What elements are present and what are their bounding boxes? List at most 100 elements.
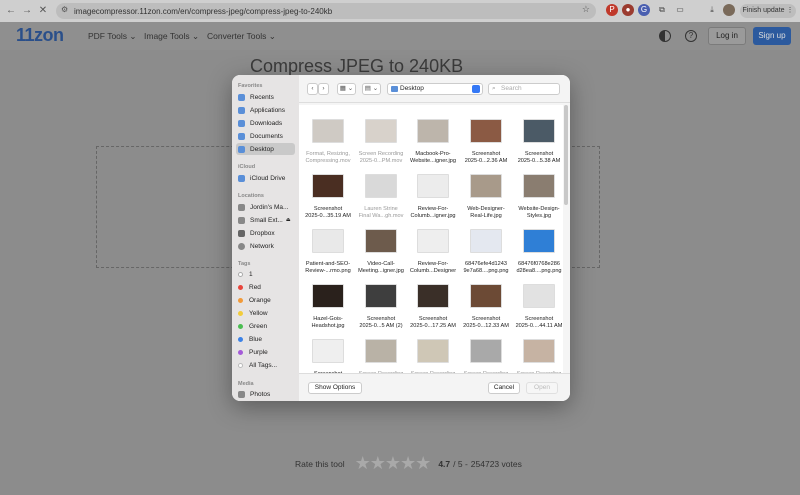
signup-button[interactable]: Sign up [753, 27, 791, 45]
download-icon[interactable]: ⤓ [706, 4, 718, 16]
file-item[interactable]: Screenshot 2025-0...12.33 AM [460, 272, 512, 330]
file-item[interactable]: Screen Recording [355, 327, 407, 373]
page-title: Compress JPEG to 240KB [250, 56, 464, 76]
document-icon [238, 132, 245, 140]
file-item[interactable]: Review-For- Columb...igner.jpg [407, 162, 459, 220]
sidebar-tag[interactable]: Orange [236, 294, 295, 306]
rating-stars[interactable]: ★★★★★ [355, 453, 432, 474]
file-item[interactable]: Screenshot 2025-0...5 AM (2) [355, 272, 407, 330]
file-item[interactable]: 68476efe4d1243 9e7a68....png.png [460, 217, 512, 275]
sidebar-item-external-drive[interactable]: Small Ext... ⏏ [236, 214, 295, 226]
sidebar-tag[interactable]: 1 [236, 268, 295, 280]
file-item[interactable]: Screenshot 2025-0...35.19 AM [302, 162, 354, 220]
puzzle-extensions-icon[interactable]: ⧉ [656, 4, 668, 16]
group-by-button[interactable]: ▤ ⌄ [362, 83, 381, 95]
sidebar-tag[interactable]: Yellow [236, 307, 295, 319]
sidebar-label: 1 [249, 270, 253, 278]
pinterest-extension-icon[interactable]: P [606, 4, 618, 16]
file-item[interactable]: Screen Recording [407, 327, 459, 373]
sidebar-label: Dropbox [250, 229, 275, 237]
sidebar-tag[interactable]: Blue [236, 333, 295, 345]
login-button[interactable]: Log in [708, 27, 746, 45]
file-item[interactable]: Screen Recording [513, 327, 563, 373]
scrollbar[interactable] [564, 105, 568, 205]
sidebar-item-icloud-drive[interactable]: iCloud Drive [236, 172, 295, 184]
file-item[interactable]: Hazel-Gois- Headshot.jpg [302, 272, 354, 330]
file-item[interactable]: Patient-and-SEO- Review-...rmo.png [302, 217, 354, 275]
file-item[interactable]: 68476f0768e286 d28ea8....png.png [513, 217, 563, 275]
tag-dot-icon [238, 336, 243, 342]
menu-pdf-tools[interactable]: PDF Tools ⌄ [88, 31, 137, 42]
tag-dot-icon [238, 297, 243, 303]
sidebar-tag[interactable]: Green [236, 320, 295, 332]
rating-bar: Rate this tool ★★★★★ 4.7 / 5 - 254723 vo… [295, 453, 522, 474]
site-info-icon[interactable]: ⚙ [61, 5, 68, 14]
file-item[interactable]: Screenshot 2025-0...17.25 AM [407, 272, 459, 330]
theme-toggle-icon[interactable] [659, 30, 671, 42]
stop-loading-icon[interactable]: ✕ [36, 5, 50, 16]
file-item[interactable]: Format, Resizing, Compressing.mov [302, 107, 354, 165]
file-thumbnail [417, 284, 449, 308]
address-bar[interactable]: ⚙ imagecompressor.11zon.com/en/compress-… [56, 3, 596, 19]
sidebar-tag[interactable]: Purple [236, 346, 295, 358]
sidebar-item-downloads[interactable]: Downloads [236, 117, 295, 129]
file-item[interactable]: Macbook-Pro- Website...igner.jpg [407, 107, 459, 165]
eject-icon[interactable]: ⏏ [286, 217, 291, 223]
file-item[interactable]: Screenshot 2025-0...2.36 AM [460, 107, 512, 165]
sidebar-item-dropbox[interactable]: Dropbox [236, 227, 295, 239]
back-button[interactable]: ‹ [307, 83, 318, 95]
file-thumbnail [523, 284, 555, 308]
file-thumbnail [523, 174, 555, 198]
section-media: Media [238, 381, 254, 387]
sidebar-item-documents[interactable]: Documents [236, 130, 295, 142]
sidebar-label: Small Ext... [250, 216, 283, 224]
file-item[interactable]: Review-For- Columb...Designer [407, 217, 459, 275]
sidebar-item-applications[interactable]: Applications [236, 104, 295, 116]
file-item[interactable]: Screenshot 2025-0....44.11 AM [513, 272, 563, 330]
folder-icon [391, 86, 398, 92]
extension-icon[interactable]: G [638, 4, 650, 16]
finish-update-label: Finish update [742, 7, 785, 14]
file-thumbnail [470, 339, 502, 363]
sidebar-tag[interactable]: Red [236, 281, 295, 293]
sidebar-item-recents[interactable]: Recents [236, 91, 295, 103]
file-item[interactable]: Screenshot 2025-0...5.38 AM [513, 107, 563, 165]
open-button[interactable]: Open [526, 382, 558, 394]
sidebar-label: iCloud Drive [250, 174, 286, 182]
file-thumbnail [470, 229, 502, 253]
show-options-button[interactable]: Show Options [308, 382, 362, 394]
bookmark-star-icon[interactable]: ☆ [582, 4, 590, 15]
menu-image-tools[interactable]: Image Tools ⌄ [144, 31, 199, 42]
forward-icon[interactable]: → [20, 5, 34, 16]
sidebar-item-desktop[interactable]: Desktop [236, 143, 295, 155]
sidebar-item-network[interactable]: Network [236, 240, 295, 252]
file-item[interactable]: Screenshot [302, 327, 354, 373]
location-label: Desktop [400, 85, 424, 92]
site-logo[interactable]: 11zon [16, 25, 64, 46]
file-thumbnail [417, 119, 449, 143]
file-item[interactable]: Web-Designer- Real-Life.jpg [460, 162, 512, 220]
file-item[interactable]: Website-Design- Styles.jpg [513, 162, 563, 220]
dialog-footer: Show Options Cancel Open [299, 373, 570, 401]
location-selector[interactable]: Desktop [387, 83, 483, 95]
side-panel-icon[interactable]: ▭ [674, 4, 686, 16]
finish-update-button[interactable]: Finish update ⋮ [740, 4, 796, 18]
sidebar-item-computer[interactable]: Jordin's Ma... [236, 201, 295, 213]
help-icon[interactable]: ? [685, 30, 697, 42]
file-item[interactable]: Lauren Strine Final Wa...gh.mov [355, 162, 407, 220]
file-item[interactable]: Screen Recording 2025-0...PM.mov [355, 107, 407, 165]
icon-view-button[interactable]: ▦ ⌄ [337, 83, 356, 95]
sidebar-tag[interactable]: All Tags... [236, 359, 295, 371]
back-icon[interactable]: ← [4, 5, 18, 16]
file-item[interactable]: Video-Call- Meeting...igner.jpg [355, 217, 407, 275]
sidebar-item-photos[interactable]: Photos [236, 388, 295, 400]
profile-avatar[interactable] [723, 4, 735, 16]
search-field[interactable]: ⌕ Search [488, 83, 560, 95]
cancel-button[interactable]: Cancel [488, 382, 520, 394]
rating-score: 4.7 [438, 458, 451, 469]
menu-converter-tools[interactable]: Converter Tools ⌄ [207, 31, 276, 42]
forward-button[interactable]: › [318, 83, 329, 95]
file-item[interactable]: Screen Recording [460, 327, 512, 373]
extension-icon[interactable]: ● [622, 4, 634, 16]
dialog-sidebar: Favorites Recents Applications Downloads… [232, 75, 299, 401]
